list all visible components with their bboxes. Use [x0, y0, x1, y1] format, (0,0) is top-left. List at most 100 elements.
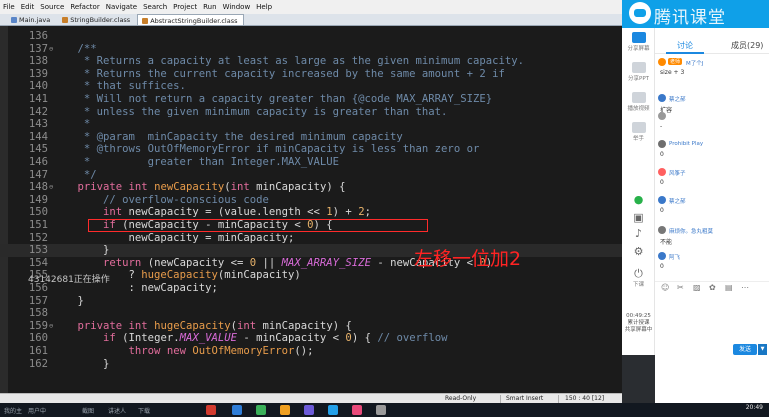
- avatar[interactable]: [658, 140, 666, 148]
- menu-source[interactable]: Source: [40, 3, 64, 11]
- camera-button[interactable]: ▣: [622, 212, 655, 224]
- app-icon[interactable]: [280, 405, 290, 415]
- chat-nickname[interactable]: 蔡之郝: [669, 95, 686, 103]
- taskbar-label[interactable]: 我的主: [4, 406, 22, 415]
- code-line[interactable]: 162 }: [0, 358, 622, 371]
- code-line[interactable]: 154 return (newCapacity <= 0 || MAX_ARRA…: [0, 257, 622, 270]
- scissors-icon[interactable]: ✂: [677, 283, 684, 292]
- code-line[interactable]: 149 // overflow-conscious code: [0, 194, 622, 207]
- send-button[interactable]: 发送: [733, 344, 757, 355]
- code-line[interactable]: 141 * Will not return a capacity greater…: [0, 93, 622, 106]
- menu-file[interactable]: File: [3, 3, 15, 11]
- code-line[interactable]: 146 * greater than Integer.MAX_VALUE: [0, 156, 622, 169]
- chat-nickname[interactable]: 阿飞: [669, 253, 680, 261]
- code-text: }: [52, 244, 110, 257]
- send-options-button[interactable]: ▼: [758, 344, 767, 355]
- taskbar-label[interactable]: 下载: [138, 406, 150, 415]
- settings-button[interactable]: ⚙: [622, 246, 655, 258]
- tab-discussion[interactable]: 讨论: [677, 40, 693, 51]
- app-icon[interactable]: [256, 405, 266, 415]
- tab-members[interactable]: 成员(29): [731, 40, 763, 51]
- flower-icon[interactable]: ✿: [709, 283, 716, 292]
- line-number: 138: [28, 55, 48, 68]
- line-number: 149: [28, 193, 48, 206]
- chat-nickname[interactable]: 风筝子: [669, 169, 686, 177]
- tab-abstractstringbuilder-class[interactable]: AbstractStringBuilder.class: [137, 14, 245, 25]
- code-line[interactable]: 147 */: [0, 169, 622, 182]
- end-class-button[interactable]: ⏻ 下课: [622, 268, 655, 289]
- app-icon[interactable]: [328, 405, 338, 415]
- app-icon[interactable]: [206, 405, 216, 415]
- chat-nickname[interactable]: 蔡之郝: [669, 197, 686, 205]
- avatar[interactable]: [658, 168, 666, 176]
- menu-run[interactable]: Run: [203, 3, 216, 11]
- line-number: 140: [28, 80, 48, 93]
- taskbar-label[interactable]: 截图: [82, 406, 94, 415]
- screen: File Edit Source Refactor Navigate Search Proj…: [0, 0, 769, 417]
- menu-navigate[interactable]: Navigate: [106, 3, 137, 11]
- code-text: * Returns the current capacity increased…: [83, 67, 505, 80]
- line-number: 162: [28, 357, 48, 370]
- taskbar-label[interactable]: 讲述人: [108, 406, 126, 415]
- code-line[interactable]: 157 }: [0, 295, 622, 308]
- menu-help[interactable]: Help: [256, 3, 272, 11]
- avatar[interactable]: [658, 94, 666, 102]
- code-line[interactable]: 143 *: [0, 118, 622, 131]
- tab-main-java[interactable]: Main.java: [6, 14, 57, 25]
- code-line[interactable]: 148 ⊖ private int newCapacity(int minCapa…: [0, 181, 622, 194]
- code-line[interactable]: 153 }: [0, 244, 622, 257]
- share-ppt-button[interactable]: 分享PPT: [622, 62, 655, 82]
- code-line[interactable]: 139 * Returns the current capacity incre…: [0, 68, 622, 81]
- menu-search[interactable]: Search: [143, 3, 167, 11]
- menu-project[interactable]: Project: [173, 3, 197, 11]
- taskbar-label[interactable]: 用户中: [28, 406, 46, 415]
- code-line[interactable]: 145 * @throws OutOfMemoryError if minCap…: [0, 143, 622, 156]
- code-line[interactable]: 152 newCapacity = minCapacity;: [0, 232, 622, 245]
- code-line[interactable]: 160 if (Integer.MAX_VALUE - minCapacity …: [0, 332, 622, 345]
- app-icon[interactable]: [304, 405, 314, 415]
- chat-nickname[interactable]: M了个J: [686, 59, 703, 67]
- taskbar: 我的主 用户中 截图 讲述人 下载 20:49: [0, 403, 769, 417]
- more-icon[interactable]: ⋯: [741, 283, 749, 292]
- avatar[interactable]: [658, 226, 666, 234]
- emoji-icon[interactable]: ☺: [661, 283, 669, 292]
- code-text: private int newCapacity(int minCapacity)…: [77, 181, 346, 194]
- raise-hand-button[interactable]: 举手: [622, 122, 655, 142]
- music-button[interactable]: ♪: [622, 228, 655, 240]
- chat-message-text: 0: [660, 179, 664, 186]
- timer-value: 00:49:25: [626, 313, 651, 319]
- chat-nickname[interactable]: Prohibit Play: [669, 141, 703, 147]
- code-line[interactable]: 142 * unless the given minimum capacity …: [0, 106, 622, 119]
- play-video-button[interactable]: 播放视频: [622, 92, 655, 112]
- code-line[interactable]: 137 ⊖ /**: [0, 43, 622, 56]
- share-screen-button[interactable]: 分享屏幕: [622, 32, 655, 52]
- gift-icon[interactable]: ▤: [725, 283, 733, 292]
- code-line[interactable]: 136: [0, 30, 622, 43]
- code-line[interactable]: 144 * @param minCapacity the desired min…: [0, 131, 622, 144]
- app-icon[interactable]: [376, 405, 386, 415]
- avatar[interactable]: [658, 196, 666, 204]
- chat-nickname[interactable]: 麻烦你。急丸粗莫: [669, 227, 713, 235]
- chat-tabs: 讨论 成员(29): [655, 28, 769, 54]
- code-line[interactable]: 150 int newCapacity = (value.length << 1…: [0, 206, 622, 219]
- app-icon[interactable]: [232, 405, 242, 415]
- code-line[interactable]: 158: [0, 307, 622, 320]
- microphone-button[interactable]: ●: [622, 194, 655, 206]
- chat-message-text: 0: [660, 207, 664, 214]
- code-line[interactable]: 138 * Returns a capacity at least as lar…: [0, 55, 622, 68]
- code-line[interactable]: 140 * that suffices.: [0, 80, 622, 93]
- code-line[interactable]: 161 throw new OutOfMemoryError();: [0, 345, 622, 358]
- menu-window[interactable]: Window: [223, 3, 251, 11]
- app-icon[interactable]: [352, 405, 362, 415]
- avatar[interactable]: [658, 112, 666, 120]
- tab-stringbuilder-class[interactable]: StringBuilder.class: [57, 14, 137, 25]
- code-editor[interactable]: 136 137 ⊖ /** 138 * Returns a capacity at l…: [0, 26, 622, 393]
- operator-watermark: 43142681正在操作: [28, 275, 110, 285]
- menu-refactor[interactable]: Refactor: [70, 3, 99, 11]
- menu-edit[interactable]: Edit: [21, 3, 35, 11]
- clock[interactable]: 20:49: [746, 405, 763, 411]
- code-line[interactable]: 159 ⊖ private int hugeCapacity(int minCap…: [0, 320, 622, 333]
- image-icon[interactable]: ▨: [693, 283, 701, 292]
- avatar[interactable]: [658, 252, 666, 260]
- avatar[interactable]: [658, 58, 666, 66]
